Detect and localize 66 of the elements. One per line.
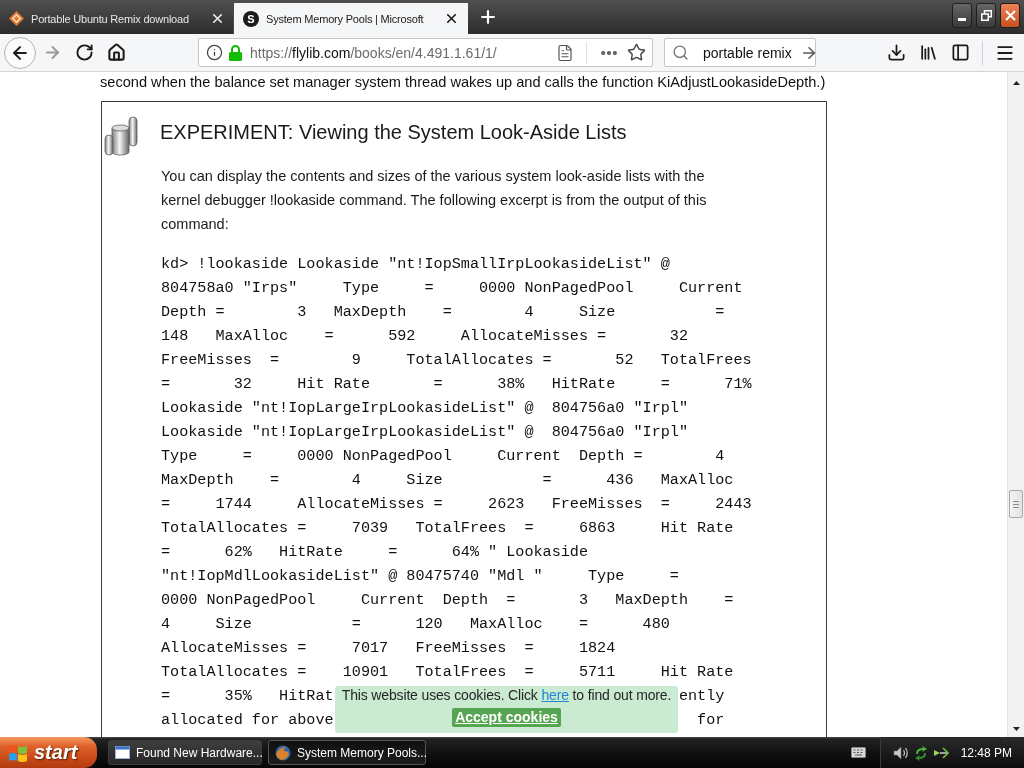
paragraph-text: second when the balance set manager system thread wakes up and calls the function KiAdjustLookasideDepth.) <box>100 73 827 91</box>
code-line: AllocateMisses = 7017 FreeMisses = 1824 <box>161 638 616 659</box>
taskbar-button[interactable]: System Memory Pools... <box>268 740 426 765</box>
up-arrow-icon <box>1012 80 1020 85</box>
globe-icon <box>275 744 291 761</box>
code-line: 4 Size = 120 MaxAlloc = 480 <box>161 614 670 635</box>
reload-icon[interactable] <box>74 43 94 62</box>
lock-icon[interactable] <box>229 44 242 61</box>
code-line: allocated for above <box>161 710 334 731</box>
home-icon[interactable] <box>106 43 126 62</box>
code-line: Type = 0000 NonPagedPool Current Depth = 4 <box>161 446 725 467</box>
search-icon <box>672 44 689 61</box>
sidebar-icon[interactable] <box>950 43 970 62</box>
start-button[interactable]: start <box>0 737 97 768</box>
scrollbar[interactable] <box>1007 72 1024 737</box>
close-button[interactable] <box>1000 3 1020 28</box>
code-line: 804758a0 "Irps" Type = 0000 NonPagedPool Current <box>161 278 743 299</box>
code-line: Depth = 3 MaxDepth = 4 Size = <box>161 302 725 323</box>
info-icon[interactable] <box>206 44 223 61</box>
minimize-icon <box>958 18 966 21</box>
back-button[interactable] <box>4 36 36 69</box>
taskbar-button[interactable]: Found New Hardware... <box>108 740 262 765</box>
cookie-notice: This website uses cookies. Click here to find out more. <box>341 687 672 704</box>
close-icon[interactable] <box>210 11 225 26</box>
restore-button[interactable] <box>976 3 996 28</box>
close-icon[interactable] <box>444 11 459 26</box>
code-line: Lookaside "nt!IopLargeIrpLookasideList" @ 804756a0 "Irpl" <box>161 398 688 419</box>
minimize-button[interactable] <box>952 3 972 28</box>
code-line: FreeMisses = 9 TotalAllocates = 52 TotalFrees <box>161 350 752 371</box>
reader-view-icon[interactable] <box>556 43 574 62</box>
close-icon <box>1004 10 1016 21</box>
scroll-thumb[interactable] <box>1009 490 1023 518</box>
speaker-icon <box>892 744 909 761</box>
experiment-title: EXPERIMENT: Viewing the System Look-Aside Lists <box>160 120 627 144</box>
code-line: 148 MaxAlloc = 592 AllocateMisses = 32 <box>161 326 688 347</box>
code-line: MaxDepth = 4 Size = 436 MaxAlloc <box>161 470 734 491</box>
plus-icon[interactable] <box>478 7 498 27</box>
code-line: TotalAllocates = 10901 TotalFrees = 5711 Hit Rate <box>161 662 734 683</box>
clock-text: 12:48 PM <box>960 745 1012 760</box>
keyboard-icon <box>850 747 866 758</box>
code-fragment: for <box>697 710 725 731</box>
browser-tab[interactable]: S System Memory Pools | Microsoft <box>234 3 468 34</box>
code-line: = 32 Hit Rate = 38% HitRate = 71% <box>161 374 752 395</box>
star-icon[interactable] <box>627 43 646 62</box>
diamond-icon <box>9 11 24 26</box>
code-fragment: ently <box>678 686 725 707</box>
code-line: = 1744 AllocateMisses = 2623 FreeMisses = 2443 <box>161 494 752 515</box>
code-line: 0000 NonPagedPool Current Depth = 3 MaxDepth = <box>161 590 734 611</box>
library-icon[interactable] <box>918 43 938 62</box>
code-line: Lookaside "nt!IopLargeIrpLookasideList" @ 804756a0 "Irpl" <box>161 422 688 443</box>
site-favicon: S <box>243 10 259 27</box>
down-arrow-icon <box>1012 726 1020 731</box>
network-icon <box>932 745 949 760</box>
code-line: "nt!IopMdlLookasideList" @ 80475740 "Mdl " Type = <box>161 566 679 587</box>
code-line: = 35% HitRat <box>161 686 334 707</box>
window-icon <box>115 746 130 759</box>
code-line: = 62% HitRate = 64% " Lookaside <box>161 542 589 563</box>
code-line: TotalAllocates = 7039 TotalFrees = 6863 Hit Rate <box>161 518 734 539</box>
search-field[interactable]: portable remix <box>664 38 816 67</box>
cylinders-icon <box>104 116 138 156</box>
address-field[interactable]: https://flylib.com/books/en/4.491.1.61/1/ <box>198 38 653 67</box>
restore-icon <box>980 10 992 21</box>
code-line: kd> !lookaside Lookaside "nt!IopSmallIrpLookasideList" @ <box>161 254 670 275</box>
download-icon[interactable] <box>886 43 906 62</box>
flag-icon <box>8 743 28 762</box>
intro-paragraph: You can display the contents and sizes of the various system look-aside lists with the kernel debugger !lookaside command. The following excerpt is from the output of this command: <box>161 167 708 234</box>
